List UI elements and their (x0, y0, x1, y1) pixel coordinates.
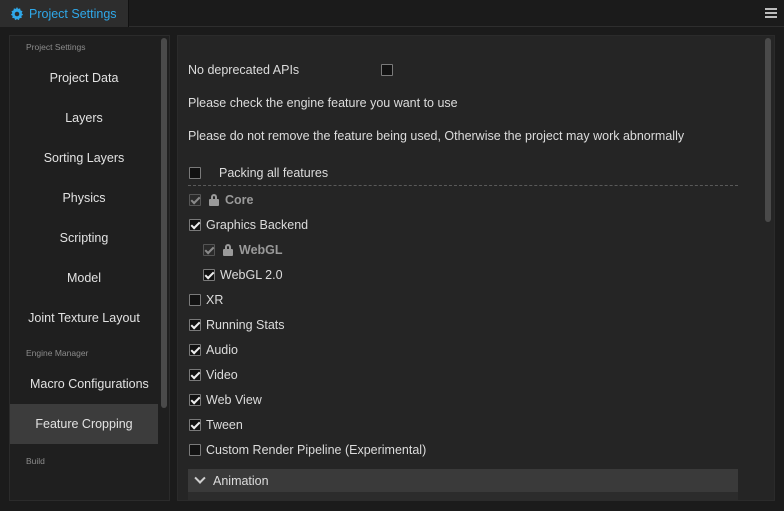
feature-checkbox-running-stats[interactable] (189, 319, 201, 331)
feature-checkbox-webgl (203, 244, 215, 256)
sidebar-item-project-data[interactable]: Project Data (10, 58, 158, 98)
tab-bar: Project Settings (0, 0, 784, 27)
sidebar-item-layers[interactable]: Layers (10, 98, 158, 138)
tab-title: Project Settings (29, 6, 117, 21)
feature-label-video: Video (206, 368, 238, 382)
feature-checkbox-custom-render-pipeline-experimental[interactable] (189, 444, 201, 456)
feature-cropping-panel: No deprecated APIs Please check the engi… (177, 35, 775, 501)
feature-label-webgl: WebGL (239, 243, 283, 257)
warning-text: Please do not remove the feature being u… (188, 129, 685, 143)
feature-checkbox-webgl-2-0[interactable] (203, 269, 215, 281)
sidebar-item-macro-configurations[interactable]: Macro Configurations (10, 364, 158, 404)
feature-label-running-stats: Running Stats (206, 318, 285, 332)
sidebar-item-joint-texture-layout[interactable]: Joint Texture Layout (10, 298, 158, 338)
feature-checkbox-graphics-backend[interactable] (189, 219, 201, 231)
feature-checkbox-tween[interactable] (189, 419, 201, 431)
sidebar-item-scripting[interactable]: Scripting (10, 218, 158, 258)
section-label: Animation (213, 473, 269, 488)
sidebar-group-label: Project Settings (26, 42, 86, 52)
sidebar-group-label: Build (26, 456, 45, 466)
sidebar-item-model[interactable]: Model (10, 258, 158, 298)
gear-icon (10, 6, 24, 20)
sidebar-item-physics[interactable]: Physics (10, 178, 158, 218)
sidebar: Project Settings Project Data Layers Sor… (9, 35, 170, 501)
feature-label-webgl-2-0: WebGL 2.0 (220, 268, 283, 282)
animation-section-header[interactable]: Animation (188, 469, 738, 492)
feature-label-tween: Tween (206, 418, 243, 432)
menu-icon[interactable] (765, 8, 777, 18)
lock-icon (223, 244, 233, 256)
main-scrollbar[interactable] (765, 38, 771, 222)
feature-label-graphics-backend: Graphics Backend (206, 218, 309, 232)
sidebar-item-feature-cropping[interactable]: Feature Cropping (10, 404, 158, 444)
animation-section-body (188, 492, 738, 500)
tab-project-settings[interactable]: Project Settings (0, 0, 129, 27)
packing-all-checkbox[interactable] (189, 167, 201, 179)
feature-checkbox-xr[interactable] (189, 294, 201, 306)
no-deprecated-label: No deprecated APIs (188, 63, 300, 77)
feature-label-core: Core (225, 193, 254, 207)
feature-checkbox-core (189, 194, 201, 206)
feature-checkbox-web-view[interactable] (189, 394, 201, 406)
divider (188, 185, 738, 186)
feature-label-audio: Audio (206, 343, 238, 357)
lock-icon (209, 194, 219, 206)
sidebar-group-label: Engine Manager (26, 348, 89, 358)
feature-label-web-view: Web View (206, 393, 262, 407)
packing-all-label: Packing all features (219, 166, 329, 180)
feature-label-custom-render-pipeline-experimental: Custom Render Pipeline (Experimental) (206, 443, 427, 457)
feature-label-xr: XR (206, 293, 224, 307)
sidebar-scrollbar[interactable] (161, 38, 167, 408)
no-deprecated-checkbox[interactable] (381, 64, 393, 76)
hint-text: Please check the engine feature you want… (188, 96, 458, 110)
sidebar-item-sorting-layers[interactable]: Sorting Layers (10, 138, 158, 178)
chevron-down-icon (194, 472, 206, 484)
feature-checkbox-audio[interactable] (189, 344, 201, 356)
feature-checkbox-video[interactable] (189, 369, 201, 381)
